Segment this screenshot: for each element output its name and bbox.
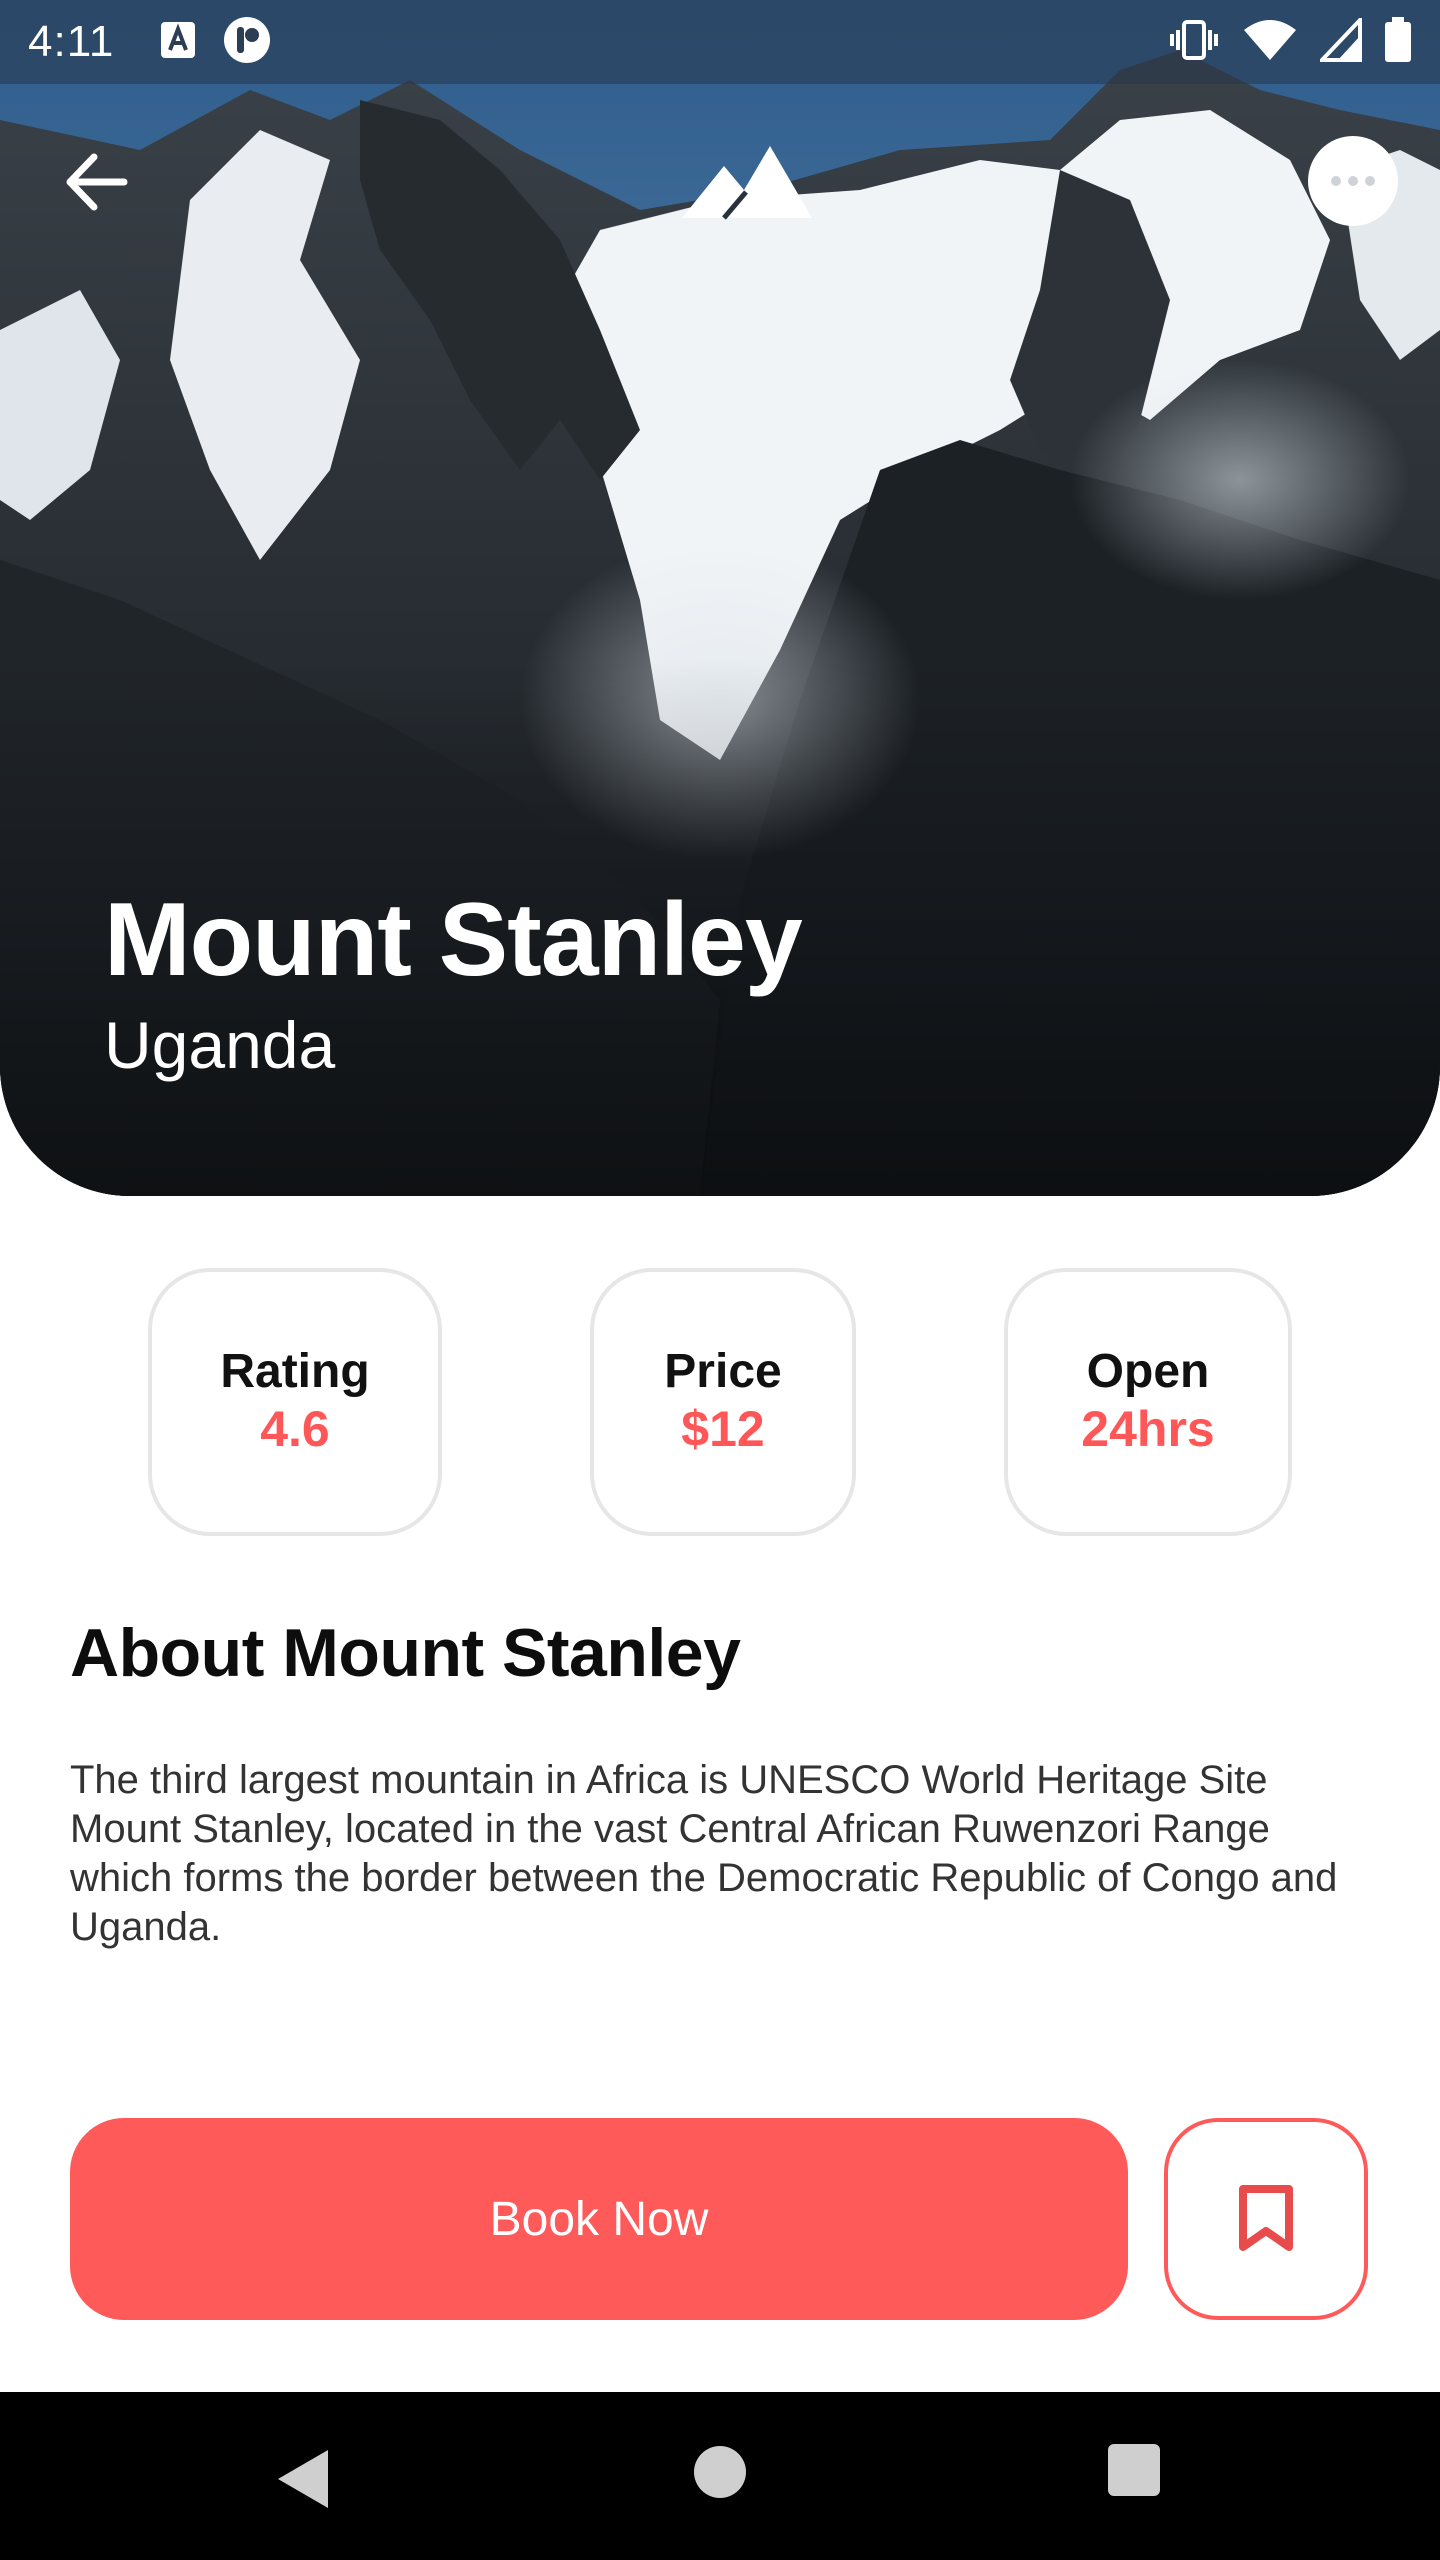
about-heading: About Mount Stanley xyxy=(70,1615,741,1691)
stat-value: 24hrs xyxy=(1081,1400,1215,1457)
signal-icon xyxy=(1317,14,1362,67)
circle-p-icon xyxy=(222,15,272,70)
stat-value: $12 xyxy=(681,1400,765,1457)
a-badge-icon xyxy=(160,20,196,65)
nav-home-icon[interactable] xyxy=(694,2446,746,2498)
battery-icon xyxy=(1384,16,1412,68)
arrow-left-icon xyxy=(66,153,128,211)
mountain-logo-icon xyxy=(682,146,812,220)
status-bar: 4:11 xyxy=(0,0,1440,84)
stat-card-rating: Rating 4.6 xyxy=(148,1268,442,1536)
place-country: Uganda xyxy=(104,1008,336,1082)
about-description: The third largest mountain in Africa is … xyxy=(70,1758,1338,1949)
stat-label: Open xyxy=(1086,1344,1210,1398)
vibrate-icon xyxy=(1168,18,1220,67)
stat-label: Price xyxy=(664,1344,782,1398)
wifi-icon xyxy=(1242,18,1298,67)
more-horizontal-icon xyxy=(1331,176,1375,186)
stat-card-price: Price $12 xyxy=(590,1268,856,1536)
bookmark-icon xyxy=(1239,2185,1293,2251)
system-nav-bar xyxy=(0,2392,1440,2560)
nav-recents-icon[interactable] xyxy=(1108,2444,1160,2496)
book-now-button[interactable]: Book Now xyxy=(70,2118,1128,2320)
bookmark-button[interactable] xyxy=(1164,2118,1368,2320)
stat-label: Rating xyxy=(220,1344,370,1398)
nav-back-icon[interactable] xyxy=(270,2444,340,2514)
stat-card-open: Open 24hrs xyxy=(1004,1268,1292,1536)
back-button[interactable] xyxy=(56,142,136,222)
more-button[interactable] xyxy=(1308,136,1398,226)
stat-value: 4.6 xyxy=(260,1400,330,1457)
book-now-label: Book Now xyxy=(489,2192,709,2246)
status-time: 4:11 xyxy=(28,17,115,66)
place-title: Mount Stanley xyxy=(104,882,803,998)
